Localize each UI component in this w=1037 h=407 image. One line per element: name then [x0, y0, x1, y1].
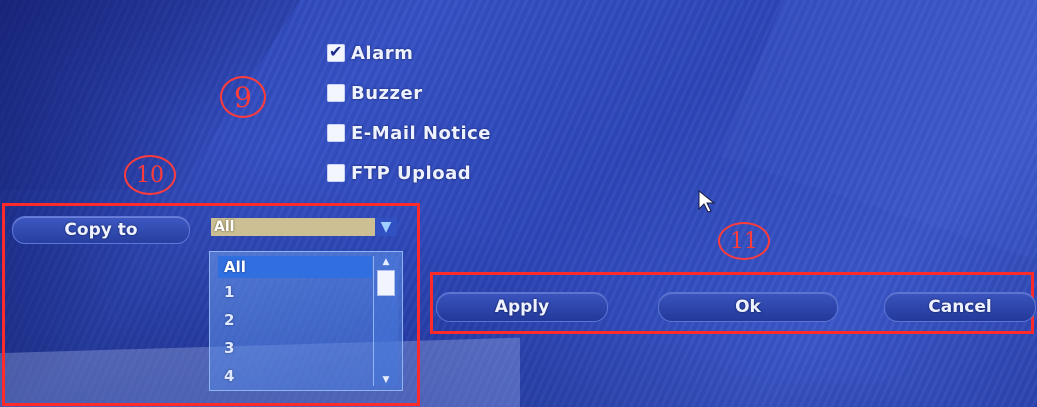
annotation-10: 10 [124, 155, 176, 195]
option-ftp-upload[interactable]: FTP Upload [327, 153, 491, 193]
annotation-9: 9 [220, 76, 266, 118]
apply-button[interactable]: Apply [436, 292, 608, 322]
option-label: E-Mail Notice [351, 122, 492, 144]
email-notice-checkbox[interactable] [327, 124, 345, 142]
ftp-upload-checkbox[interactable] [327, 164, 345, 182]
buzzer-checkbox[interactable] [327, 84, 345, 102]
cancel-button[interactable]: Cancel [884, 292, 1036, 322]
option-email-notice[interactable]: E-Mail Notice [327, 113, 491, 153]
check-icon: ✔ [329, 42, 343, 61]
option-label: Buzzer [351, 82, 423, 104]
notification-options: ✔ Alarm Buzzer E-Mail Notice FTP Upload [327, 33, 491, 193]
option-buzzer[interactable]: Buzzer [327, 73, 491, 113]
highlight-box [2, 203, 420, 406]
option-label: Alarm [351, 42, 414, 64]
alarm-checkbox[interactable]: ✔ [327, 42, 345, 62]
option-label: FTP Upload [351, 162, 472, 184]
mouse-cursor-icon [698, 190, 716, 213]
ok-button[interactable]: Ok [658, 292, 838, 322]
annotation-11: 11 [718, 222, 770, 260]
background-shape [720, 0, 1037, 260]
option-alarm[interactable]: ✔ Alarm [327, 33, 491, 73]
